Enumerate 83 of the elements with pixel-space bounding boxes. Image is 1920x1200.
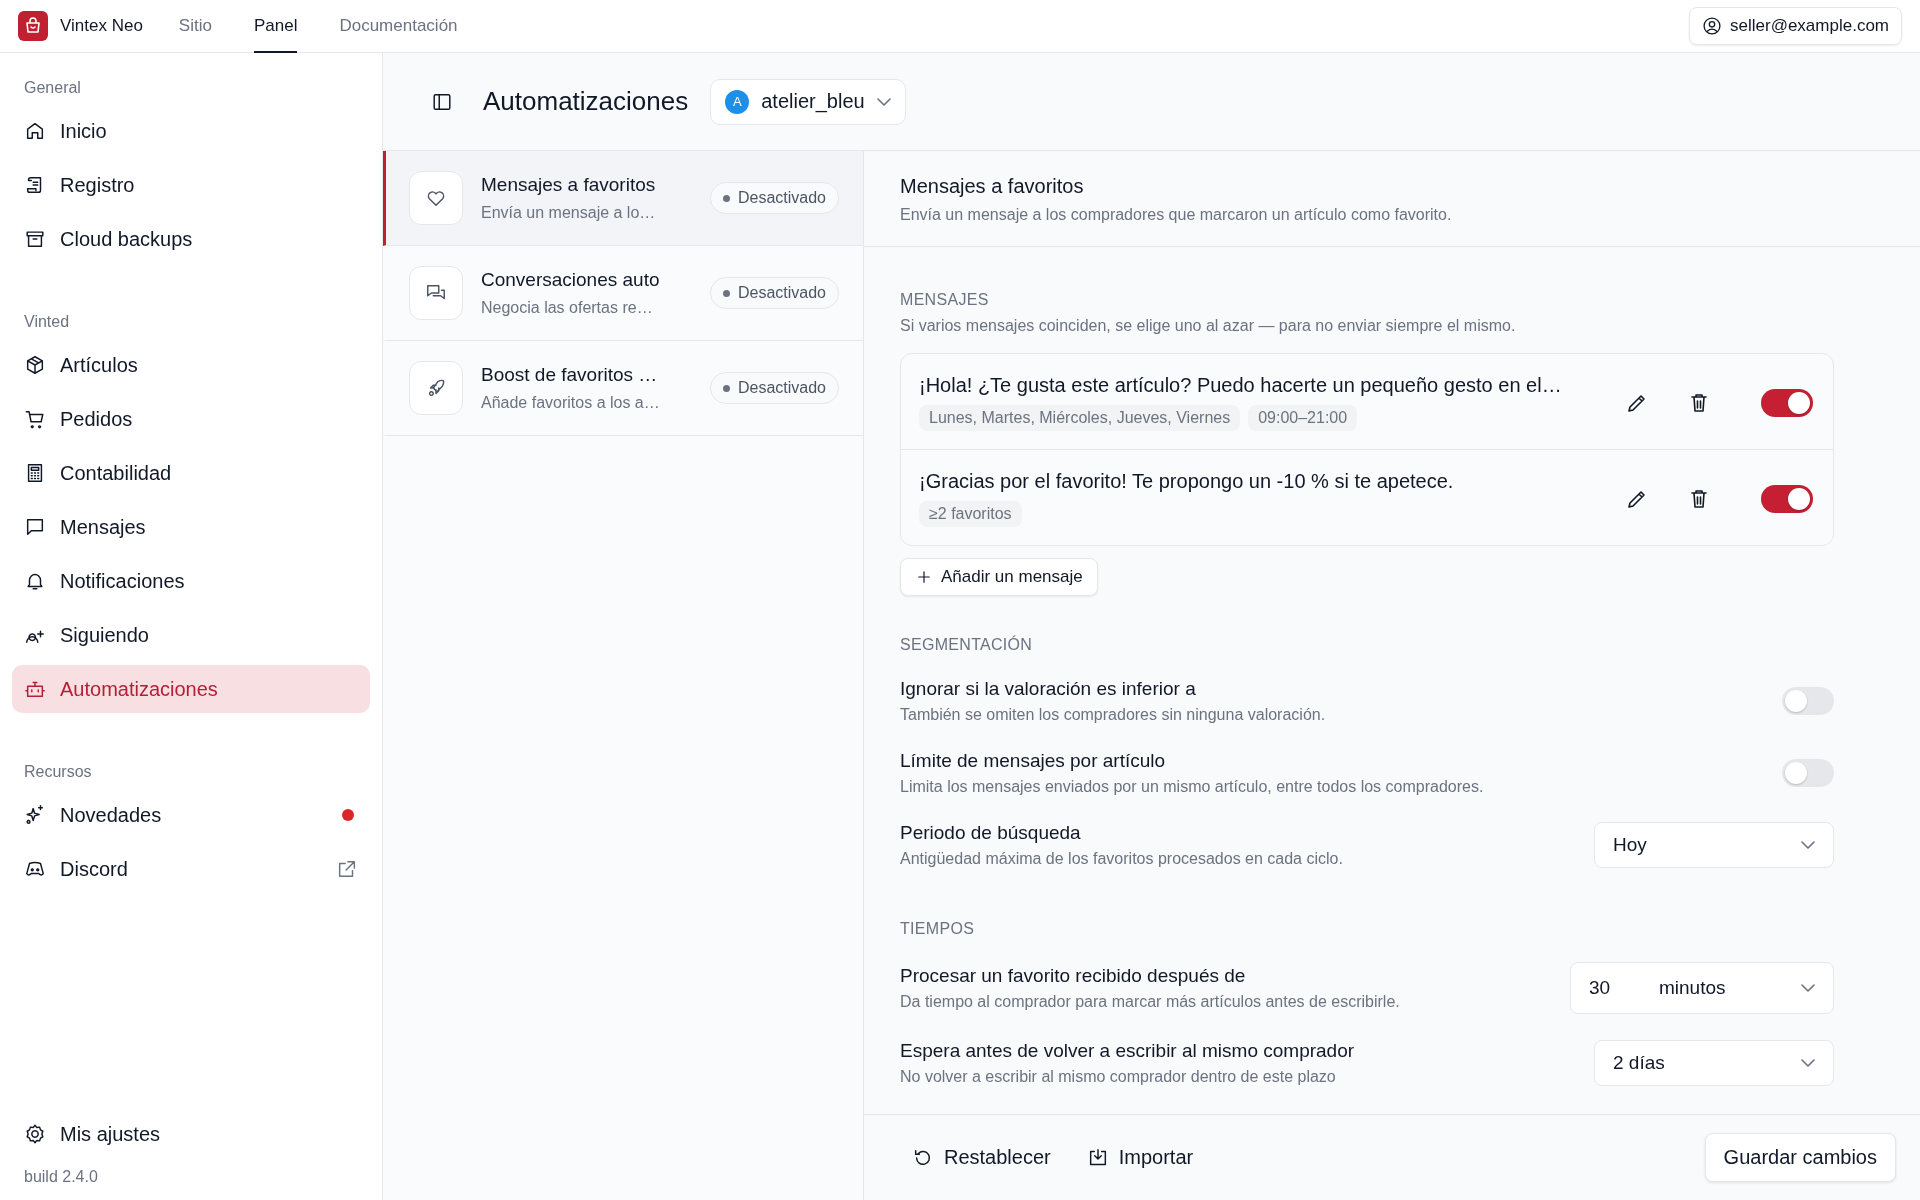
settings-link[interactable]: Mis ajustes xyxy=(12,1110,370,1158)
cube-icon xyxy=(24,354,46,376)
chevron-down-icon xyxy=(1801,984,1815,992)
shopping-bag-logo-icon xyxy=(18,11,48,41)
select-dropdown[interactable]: Hoy xyxy=(1594,822,1834,868)
toggle-switch[interactable] xyxy=(1761,388,1813,417)
setting-description: No volver a escribir al mismo comprador dentro de este plazo xyxy=(900,1068,1337,1086)
sparkles-icon xyxy=(24,804,46,826)
gear-icon xyxy=(24,1123,46,1145)
sidebar-item[interactable]: Artículos xyxy=(12,341,370,389)
chevron-down-icon xyxy=(1801,1059,1815,1067)
sidebar-item[interactable]: Siguiendo xyxy=(12,611,370,659)
chevron-down-icon xyxy=(876,97,891,106)
automation-item[interactable]: Mensajes a favoritos Envía un mensaje a lo… Desactivado xyxy=(383,151,863,246)
sidebar-section-title: General xyxy=(23,78,82,98)
automation-item[interactable]: Boost de favoritos … Añade favoritos a los a… Desactivado xyxy=(383,341,863,436)
status-badge: Desactivado xyxy=(709,277,839,309)
message-text: ¡Hola! ¿Te gusta este artículo? Puedo hacerte un pequeño gesto en el… xyxy=(919,374,1563,397)
automation-item[interactable]: Conversaciones auto Negocia las ofertas re… Desactivado xyxy=(383,246,863,341)
automation-description: Negocia las ofertas re… xyxy=(481,299,654,317)
sidebar-section-title: Vinted xyxy=(23,312,71,332)
section-note: Si varios mensajes coinciden, se elige uno al azar — para no enviar siempre el mismo. xyxy=(900,317,1517,335)
chat-bubble-icon xyxy=(24,516,46,538)
automation-title: Conversaciones auto xyxy=(481,269,661,291)
automation-title: Boost de favoritos … xyxy=(481,364,659,386)
message-tag: 09:00–21:00 xyxy=(1248,405,1358,431)
sidebar-item[interactable]: Cloud backups xyxy=(12,215,370,263)
detail-title: Mensajes a favoritos xyxy=(900,175,1085,198)
section-heading: SEGMENTACIÓN xyxy=(900,636,1034,654)
avatar-circle: A xyxy=(725,89,750,114)
setting-description: Limita los mensajes enviados por un mismo artículo, entre todos los compradores. xyxy=(900,778,1485,796)
sidebar-item[interactable]: Novedades xyxy=(12,791,370,839)
automation-description: Añade favoritos a los a… xyxy=(481,394,661,412)
nav-tab[interactable]: Sitio xyxy=(178,0,212,53)
setting-label: Procesar un favorito recibido después de xyxy=(900,965,1247,987)
sidebar-item[interactable]: Pedidos xyxy=(12,395,370,443)
cart-icon xyxy=(24,408,46,430)
build-version: build 2.4.0 xyxy=(23,1167,99,1186)
sidebar-section-title: Recursos xyxy=(23,762,93,782)
setting-description: También se omiten los compradores sin ninguna valoración. xyxy=(900,706,1327,724)
sidebar-item[interactable]: Inicio xyxy=(12,107,370,155)
sidebar-item[interactable]: Automatizaciones xyxy=(12,665,370,713)
sidebar-item[interactable]: Notificaciones xyxy=(12,557,370,605)
reset-button[interactable]: Restablecer xyxy=(904,1138,1059,1177)
unit-dropdown[interactable]: minutos xyxy=(1659,977,1815,999)
automation-description: Envía un mensaje a lo… xyxy=(481,204,657,222)
status-badge: Desactivado xyxy=(709,182,839,214)
save-button[interactable]: Guardar cambios xyxy=(1704,1133,1896,1182)
automation-title: Mensajes a favoritos xyxy=(481,174,657,196)
section-heading: TIEMPOS xyxy=(900,920,976,938)
page-title: Automatizaciones xyxy=(483,86,689,117)
toggle-switch[interactable] xyxy=(1782,687,1834,715)
import-button[interactable]: Importar xyxy=(1078,1138,1202,1177)
user-circle-icon xyxy=(1702,16,1722,36)
setting-label: Espera antes de volver a escribir al mismo comprador xyxy=(900,1040,1356,1062)
chevron-down-icon xyxy=(1801,841,1815,849)
detail-description: Envía un mensaje a los compradores que marcaron un artículo como favorito. xyxy=(900,206,1453,224)
add-message-button[interactable]: Añadir un mensaje xyxy=(900,558,1098,596)
toggle-switch[interactable] xyxy=(1782,759,1834,787)
setting-label: Límite de mensajes por artículo xyxy=(900,750,1167,772)
status-badge: Desactivado xyxy=(709,372,839,404)
setting-description: Antigüedad máxima de los favoritos procesados en cada ciclo. xyxy=(900,850,1344,868)
brand-name: Vintex Neo xyxy=(60,16,143,36)
setting-label: Periodo de búsqueda xyxy=(900,822,1082,844)
sidebar-item[interactable]: Contabilidad xyxy=(12,449,370,497)
sidebar-item[interactable]: Discord xyxy=(12,845,370,893)
shop-selector[interactable]: A atelier_bleu xyxy=(710,78,906,125)
account-button[interactable]: seller@example.com xyxy=(1689,7,1902,45)
number-input[interactable]: 30 xyxy=(1589,977,1659,999)
message-text: ¡Gracias por el favorito! Te propongo un -10 % si te apetece. xyxy=(919,470,1455,493)
archive-box-icon xyxy=(24,228,46,250)
sidebar-item[interactable]: Mensajes xyxy=(12,503,370,551)
select-dropdown[interactable]: 2 días xyxy=(1594,1040,1834,1086)
home-icon xyxy=(24,120,46,142)
message-tag: Lunes, Martes, Miércoles, Jueves, Viernes xyxy=(919,405,1241,431)
setting-label: Ignorar si la valoración es inferior a xyxy=(900,678,1197,700)
nav-tab[interactable]: Documentación xyxy=(339,0,458,53)
message-tag: ≥2 favoritos xyxy=(919,501,1022,527)
sidebar-item[interactable]: Registro xyxy=(12,161,370,209)
plus-icon xyxy=(915,568,933,586)
setting-description: Da tiempo al comprador para marcar más artículos antes de escribirle. xyxy=(900,993,1401,1011)
toggle-switch[interactable] xyxy=(1761,484,1813,513)
section-heading: MENSAJES xyxy=(900,291,990,309)
